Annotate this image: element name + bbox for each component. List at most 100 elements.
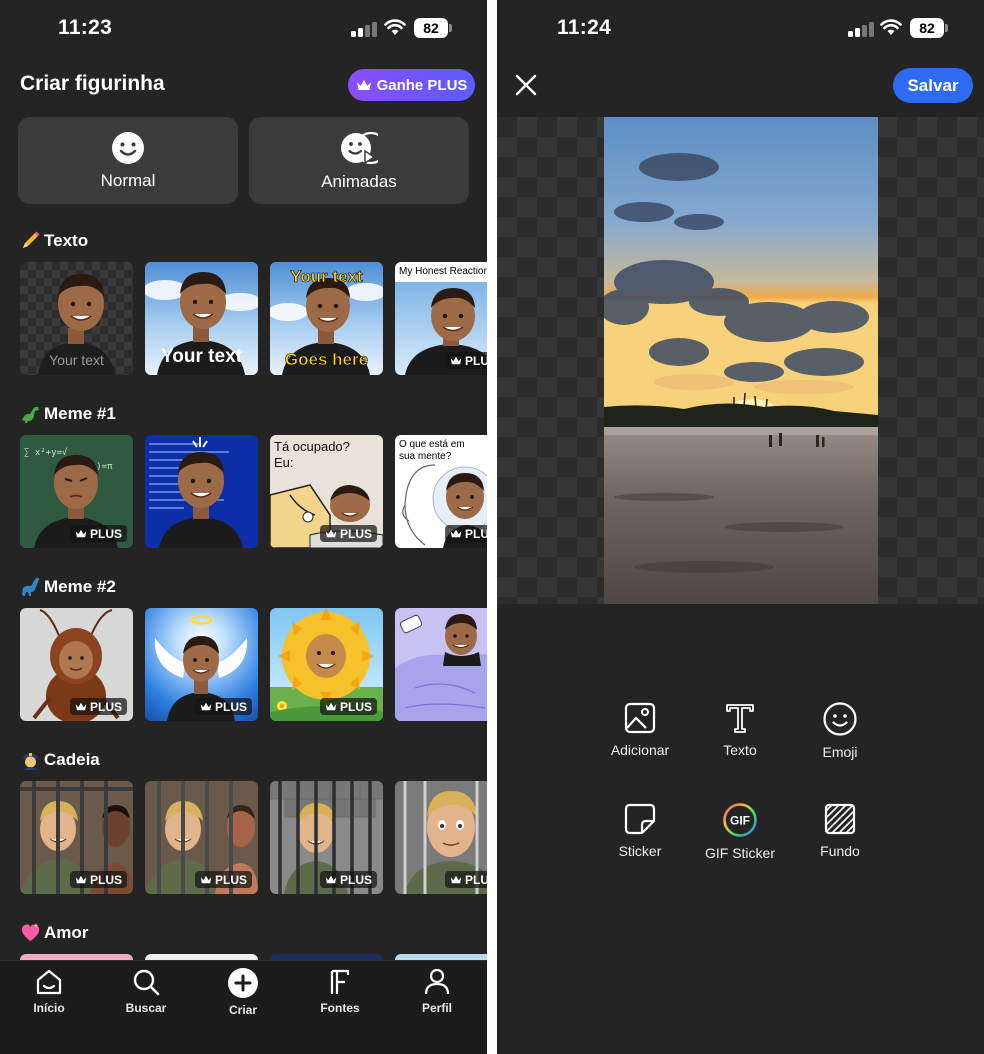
cellular-signal-icon [848,21,874,37]
wifi-icon [384,19,406,35]
save-button[interactable]: Salvar [893,68,973,103]
sticker-template[interactable] [145,435,258,548]
sticker-row-texto: Your text Your text Your text Goes here … [20,262,487,375]
tab-inicio[interactable]: Início [9,967,89,1015]
tool-sticker[interactable]: Sticker [585,803,695,859]
tool-emoji[interactable]: Emoji [785,702,895,760]
crown-icon [325,875,337,884]
sticker-template[interactable]: PLUS [270,608,383,721]
sticker-template[interactable]: PLUS [395,781,487,894]
tool-adicionar[interactable]: Adicionar [585,702,695,758]
create-sticker-screen: 11:23 82 Criar figurinha Ganhe PLUS Norm… [0,0,487,1054]
sticker-row-cadeia: PLUS PLUS PLUS PLUS [20,781,487,894]
plus-badge: PLUS [69,698,127,715]
sticker-template[interactable]: PLUS [145,781,258,894]
tool-fundo[interactable]: Fundo [785,803,895,859]
gif-icon: GIF [723,803,757,837]
status-bar: 11:23 82 [0,0,487,58]
smiley-icon [112,131,144,164]
emoji-icon [823,702,857,736]
home-icon [36,969,62,995]
section-title-meme-2: Meme #2 [20,576,116,597]
crown-icon [75,875,87,884]
section-title-texto: Texto [20,230,88,251]
tool-texto[interactable]: Texto [685,702,795,758]
section-title-meme-1: Meme #1 [20,403,116,424]
plus-badge: PLUS [319,871,377,888]
plus-badge: PLUS [194,698,252,715]
font-icon [330,969,350,994]
sticker-template[interactable]: PLUS [270,781,383,894]
status-bar: 11:24 82 [497,0,984,58]
sticker-template[interactable]: Tá ocupado? Eu: PLUS [270,435,383,548]
editor-canvas[interactable] [497,117,984,604]
sticker-template[interactable]: PLUS [145,608,258,721]
normal-mode-button[interactable]: Normal [18,117,238,204]
crown-icon [325,702,337,711]
crown-icon [200,702,212,711]
plus-badge: PLUS [194,871,252,888]
page-title: Criar figurinha [20,72,165,95]
sticker-template[interactable]: Your text [20,262,133,375]
animated-smiley-icon [341,131,378,164]
profile-icon [424,968,450,995]
sticker-template[interactable]: O que está em sua mente? PLUS [395,435,487,548]
sticker-template[interactable]: ∑ x²+y=√f(x)=π PLUS [20,435,133,548]
crown-icon [75,529,87,538]
crown-icon [75,702,87,711]
battery-icon: 82 [414,18,452,38]
sticker-icon [624,803,656,835]
crown-icon [450,875,462,884]
tab-criar[interactable]: Criar [203,967,283,1017]
crown-icon [450,356,462,365]
plus-badge: PLUS [69,525,127,542]
get-plus-button[interactable]: Ganhe PLUS [348,69,475,101]
police-officer-emoji [23,753,38,770]
tab-perfil[interactable]: Perfil [397,967,477,1015]
close-icon[interactable] [513,72,539,98]
section-title-amor: Amor [20,922,88,943]
section-title-cadeia: Cadeia [20,749,100,770]
image-icon [624,702,656,734]
dinosaur-emoji [22,406,39,423]
background-icon [824,803,856,835]
crown-icon [325,529,337,538]
normal-mode-label: Normal [100,170,156,190]
status-time: 11:24 [557,16,612,39]
tab-buscar[interactable]: Buscar [106,967,186,1015]
plus-badge: PLUS [319,525,377,542]
sticker-row-meme-1: ∑ x²+y=√f(x)=π PLUS Tá ocupado? Eu: PLUS… [20,435,487,548]
svg-text:GIF: GIF [730,814,750,828]
cellular-signal-icon [351,21,377,37]
svg-text:∑ x²+y=√: ∑ x²+y=√ [24,447,68,458]
crown-icon [200,875,212,884]
tab-fontes[interactable]: Fontes [300,967,380,1015]
animated-mode-label: Animadas [321,171,397,191]
sunset-beach-photo[interactable] [604,117,878,604]
battery-level: 82 [414,18,448,38]
wifi-icon [880,19,902,35]
plus-badge: PLUS [69,871,127,888]
sticker-template[interactable]: PLUS [20,781,133,894]
pencil-emoji [23,231,40,248]
plus-badge: PLUS [444,871,487,888]
sticker-editor-screen: 11:24 82 Salvar Adicionar Texto Emoji St… [497,0,984,1054]
sticker-template[interactable] [395,608,487,721]
search-icon [133,969,160,996]
battery-level: 82 [910,18,944,38]
sticker-template[interactable]: PLUS [20,608,133,721]
tool-gif-sticker[interactable]: GIF GIF Sticker [685,803,795,861]
sticker-row-meme-2: PLUS PLUS PLUS [20,608,487,721]
plus-circle-icon [228,968,258,998]
plus-badge: PLUS [444,525,487,542]
get-plus-label: Ganhe PLUS [376,76,468,94]
sticker-template[interactable]: My Honest Reaction PLUS [395,262,487,375]
sauropod-emoji [22,577,39,596]
plus-badge: PLUS [319,698,377,715]
animated-mode-button[interactable]: Animadas [249,117,469,204]
sticker-template[interactable]: Your text [145,262,258,375]
bottom-tab-bar: Início Buscar Criar Fontes Perfil [0,960,487,1054]
sticker-template[interactable]: Your text Goes here [270,262,383,375]
battery-icon: 82 [910,18,948,38]
text-icon [726,704,754,733]
